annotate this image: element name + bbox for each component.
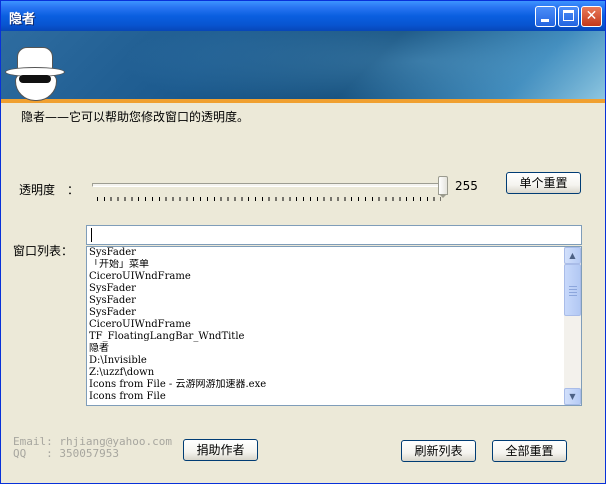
grip-line (569, 289, 577, 290)
list-item[interactable]: CiceroUIWndFrame (89, 271, 565, 283)
header-accent-line (1, 99, 605, 103)
window-listbox[interactable]: SysFader 「开始」菜单 CiceroUIWndFrame SysFade… (86, 246, 582, 406)
transparency-slider-thumb[interactable] (438, 176, 448, 198)
list-item[interactable]: SysFader (89, 307, 565, 319)
spy-logo-icon (5, 45, 65, 101)
list-item[interactable]: SysFader (89, 295, 565, 307)
refresh-list-button[interactable]: 刷新列表 (401, 440, 476, 462)
list-item[interactable]: Icons from File (89, 391, 565, 403)
transparency-label: 透明度 ： (19, 183, 80, 197)
minimize-button[interactable] (535, 6, 556, 27)
window-filter-input[interactable] (86, 225, 582, 245)
scrollbar-thumb[interactable] (564, 264, 581, 316)
grip-line (569, 295, 577, 296)
author-qq: QQ : 350057953 (13, 447, 119, 460)
window-title: 隐者 (9, 12, 36, 27)
vertical-scrollbar[interactable]: ▲ ▼ (564, 247, 581, 405)
grip-line (569, 286, 577, 287)
minimize-icon (541, 19, 549, 22)
header-banner (1, 31, 605, 99)
list-item[interactable]: SysFader (89, 283, 565, 295)
app-window: 隐者 ✕ 隐者——它可以帮助您修改窗口的透明度。 透明度 ： 255 单个重置 … (0, 0, 606, 484)
maximize-button[interactable] (558, 6, 579, 27)
scroll-down-icon: ▼ (569, 392, 576, 401)
close-button[interactable]: ✕ (581, 6, 602, 27)
scroll-up-icon: ▲ (569, 251, 576, 260)
app-description: 隐者——它可以帮助您修改窗口的透明度。 (21, 110, 250, 124)
maximize-icon (563, 10, 574, 21)
window-list-label: 窗口列表： (13, 244, 74, 258)
donate-button[interactable]: 捐助作者 (183, 439, 258, 461)
list-item[interactable]: TF_FloatingLangBar_WndTitle (89, 331, 565, 343)
list-item[interactable]: Z:\uzzf\down (89, 367, 565, 379)
list-item[interactable]: Icons from File - 云游网游加速器.exe (89, 379, 565, 391)
close-icon: ✕ (585, 8, 598, 24)
header-decoration (121, 31, 605, 99)
list-item[interactable]: D:\Invisible (89, 355, 565, 367)
scroll-up-button[interactable]: ▲ (564, 247, 581, 264)
reset-all-button[interactable]: 全部重置 (492, 440, 567, 462)
list-item[interactable]: CiceroUIWndFrame (89, 319, 565, 331)
window-list-items: SysFader 「开始」菜单 CiceroUIWndFrame SysFade… (89, 247, 565, 403)
list-item[interactable]: SysFader (89, 247, 565, 259)
text-caret (91, 228, 92, 242)
list-item[interactable]: 「开始」菜单 (89, 259, 565, 271)
reset-single-button[interactable]: 单个重置 (506, 172, 581, 194)
title-bar[interactable]: 隐者 ✕ (1, 1, 605, 31)
logo-glasses (19, 75, 51, 83)
scroll-down-button[interactable]: ▼ (564, 388, 581, 405)
transparency-slider[interactable] (92, 183, 443, 187)
grip-line (569, 292, 577, 293)
transparency-value: 255 (455, 179, 478, 193)
list-item[interactable]: 隐者 (89, 343, 565, 355)
slider-ticks (97, 197, 441, 201)
